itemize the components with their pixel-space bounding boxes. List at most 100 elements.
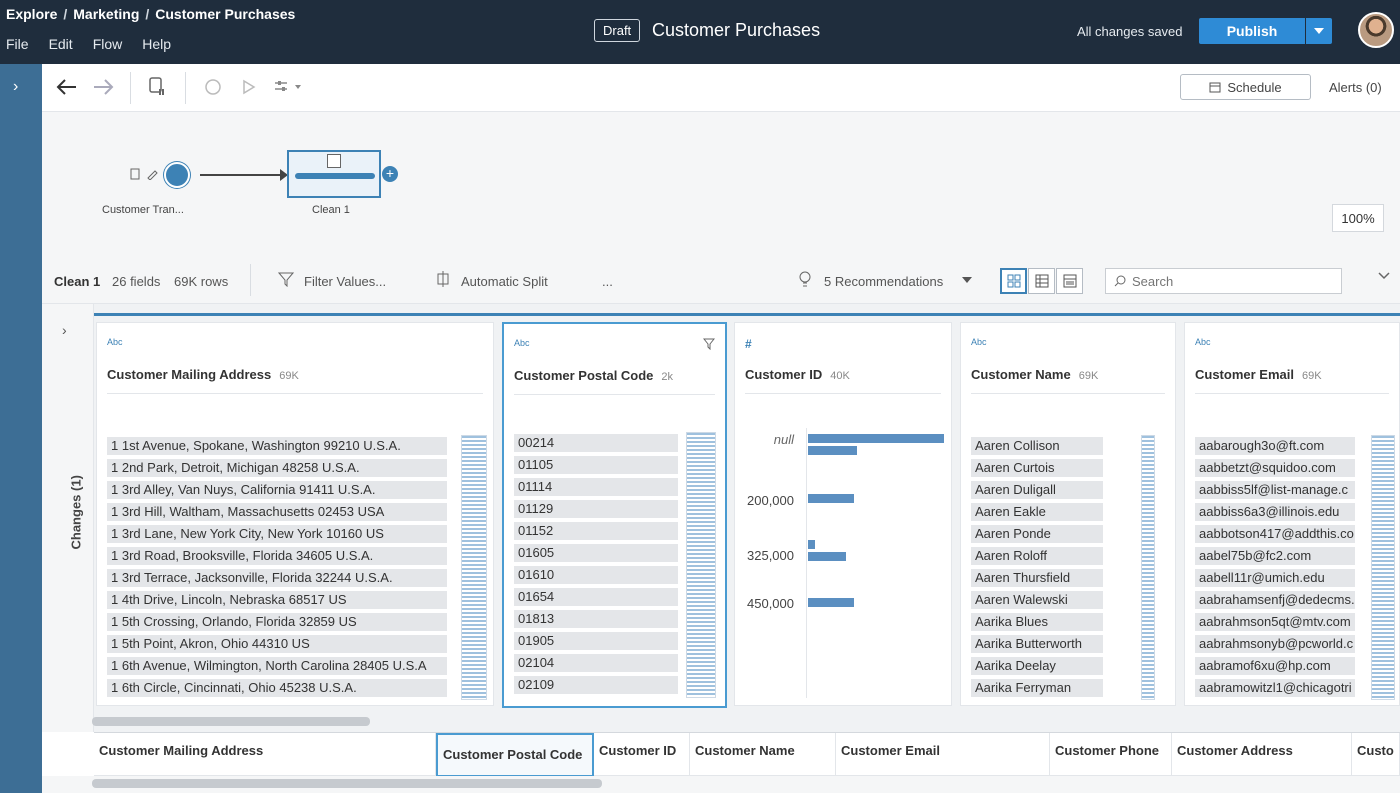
value-item[interactable]: 02104 <box>514 654 678 672</box>
value-item[interactable]: 01605 <box>514 544 678 562</box>
histogram-bin-label[interactable]: 200,000 <box>736 493 794 508</box>
back-arrow-icon[interactable] <box>56 78 78 96</box>
value-item[interactable]: Aarika Blues <box>971 613 1103 631</box>
profile-card-postal-code[interactable]: Abc Customer Postal Code 2k 00214 01105 011… <box>502 322 727 708</box>
value-item[interactable]: Aaren Thursfield <box>971 569 1103 587</box>
value-item[interactable]: 01610 <box>514 566 678 584</box>
value-item[interactable]: Aarika Butterworth <box>971 635 1103 653</box>
profile-card-customer-name[interactable]: Abc Customer Name 69K Aaren Collison Aaren… <box>960 322 1176 706</box>
collapse-chevron-icon[interactable] <box>1378 272 1390 280</box>
value-item[interactable]: 01152 <box>514 522 678 540</box>
value-item[interactable]: 1 6th Circle, Cincinnati, Ohio 45238 U.S… <box>107 679 447 697</box>
profile-card-customer-id[interactable]: # Customer ID 40K <box>734 322 952 706</box>
schedule-button[interactable]: Schedule <box>1180 74 1311 100</box>
value-distribution-bar[interactable] <box>686 432 716 698</box>
value-item[interactable]: 1 3rd Terrace, Jacksonville, Florida 322… <box>107 569 447 587</box>
value-item[interactable]: aabbiss5lf@list-manage.c <box>1195 481 1355 499</box>
profile-horizontal-scrollbar[interactable] <box>92 717 370 726</box>
field-name[interactable]: Customer Mailing Address 69K <box>107 367 299 382</box>
profile-view-toggle[interactable] <box>1000 268 1027 294</box>
automatic-split-button[interactable]: Automatic Split <box>461 274 548 289</box>
value-item[interactable]: Aarika Ferryman <box>971 679 1103 697</box>
refresh-icon[interactable] <box>204 78 222 96</box>
lightbulb-icon[interactable] <box>798 271 812 289</box>
value-item[interactable]: 01129 <box>514 500 678 518</box>
value-item[interactable]: 1 3rd Road, Brooksville, Florida 34605 U… <box>107 547 447 565</box>
filter-values-button[interactable]: Filter Values... <box>304 274 386 289</box>
edit-icon[interactable] <box>146 168 158 180</box>
chevron-down-icon[interactable] <box>962 277 972 283</box>
value-item[interactable]: 00214 <box>514 434 678 452</box>
histogram-bin-label[interactable]: null <box>736 432 794 447</box>
grid-column-header[interactable]: Customer Email <box>836 733 1050 777</box>
grid-column-header[interactable]: Custo <box>1352 733 1400 777</box>
histogram-bar[interactable] <box>808 598 854 607</box>
breadcrumb-marketing[interactable]: Marketing <box>73 6 139 22</box>
histogram-bar[interactable] <box>808 552 846 561</box>
histogram-bar[interactable] <box>808 540 815 549</box>
value-item[interactable]: Aaren Roloff <box>971 547 1103 565</box>
value-item[interactable]: 01114 <box>514 478 678 496</box>
profile-card-mailing-address[interactable]: Abc Customer Mailing Address 69K 1 1st Av… <box>96 322 494 706</box>
value-distribution-bar[interactable] <box>461 435 487 700</box>
alerts-link[interactable]: Alerts (0) <box>1329 80 1382 95</box>
value-item[interactable]: 01813 <box>514 610 678 628</box>
value-item[interactable]: Aaren Collison <box>971 437 1103 455</box>
value-distribution-bar[interactable] <box>1141 435 1155 700</box>
search-input[interactable] <box>1132 273 1322 289</box>
field-name[interactable]: Customer Email 69K <box>1195 367 1322 382</box>
data-source-icon[interactable] <box>148 76 166 98</box>
grid-column-header[interactable]: Customer Name <box>690 733 836 777</box>
value-item[interactable]: aabrahmsonyb@pcworld.c <box>1195 635 1355 653</box>
page-title[interactable]: Customer Purchases <box>652 20 820 41</box>
value-item[interactable]: 1 4th Drive, Lincoln, Nebraska 68517 US <box>107 591 447 609</box>
more-options-button[interactable]: ... <box>602 274 613 289</box>
list-view-toggle[interactable] <box>1056 268 1083 294</box>
grid-column-header[interactable]: Customer ID <box>594 733 690 777</box>
changes-label[interactable]: Changes (1) <box>69 430 84 549</box>
clean-step-node[interactable] <box>287 150 381 198</box>
menu-file[interactable]: File <box>6 36 29 52</box>
value-item[interactable]: Aaren Curtois <box>971 459 1103 477</box>
value-item[interactable]: Aaren Walewski <box>971 591 1103 609</box>
value-item[interactable]: 02109 <box>514 676 678 694</box>
menu-edit[interactable]: Edit <box>49 36 73 52</box>
publish-button[interactable]: Publish <box>1199 18 1305 44</box>
value-item[interactable]: 1 5th Point, Akron, Ohio 44310 US <box>107 635 447 653</box>
value-item[interactable]: 1 5th Crossing, Orlando, Florida 32859 U… <box>107 613 447 631</box>
forward-arrow-icon[interactable] <box>92 78 114 96</box>
changes-panel[interactable]: › Changes (1) <box>42 304 94 732</box>
value-item[interactable]: aabramof6xu@hp.com <box>1195 657 1355 675</box>
value-item[interactable]: 01105 <box>514 456 678 474</box>
histogram-bar[interactable] <box>808 434 944 443</box>
table-view-toggle[interactable] <box>1028 268 1055 294</box>
value-item[interactable]: 1 1st Avenue, Spokane, Washington 99210 … <box>107 437 447 455</box>
breadcrumb-explore[interactable]: Explore <box>6 6 57 22</box>
value-item[interactable]: Aaren Ponde <box>971 525 1103 543</box>
histogram-bin-label[interactable]: 325,000 <box>736 548 794 563</box>
histogram-bar[interactable] <box>808 494 854 503</box>
grid-column-header[interactable]: Customer Phone <box>1050 733 1172 777</box>
input-node[interactable] <box>164 162 190 188</box>
value-item[interactable]: 1 3rd Hill, Waltham, Massachusetts 02453… <box>107 503 447 521</box>
zoom-level[interactable]: 100% <box>1332 204 1384 232</box>
field-name[interactable]: Customer Postal Code 2k <box>514 368 673 383</box>
field-name[interactable]: Customer ID 40K <box>745 367 850 382</box>
run-icon[interactable] <box>242 79 256 95</box>
settings-sliders-icon[interactable] <box>274 80 304 92</box>
value-distribution-bar[interactable] <box>1371 435 1395 700</box>
value-item[interactable]: aabarough3o@ft.com <box>1195 437 1355 455</box>
publish-dropdown-button[interactable] <box>1306 18 1332 44</box>
search-field[interactable] <box>1105 268 1342 294</box>
filter-icon[interactable] <box>278 271 294 287</box>
field-name[interactable]: Customer Name 69K <box>971 367 1098 382</box>
value-item[interactable]: aabrahamsenfj@dedecms. <box>1195 591 1355 609</box>
split-icon[interactable] <box>434 271 452 287</box>
value-item[interactable]: aabbotson417@addthis.co <box>1195 525 1355 543</box>
add-step-button[interactable]: + <box>382 166 398 182</box>
filter-icon[interactable] <box>703 338 715 350</box>
grid-column-header[interactable]: Customer Address <box>1172 733 1352 777</box>
value-item[interactable]: aabbiss6a3@illinois.edu <box>1195 503 1355 521</box>
recommendations-dropdown[interactable]: 5 Recommendations <box>824 274 943 289</box>
flow-canvas[interactable]: Customer Tran... + Clean 1 100% <box>42 112 1400 258</box>
